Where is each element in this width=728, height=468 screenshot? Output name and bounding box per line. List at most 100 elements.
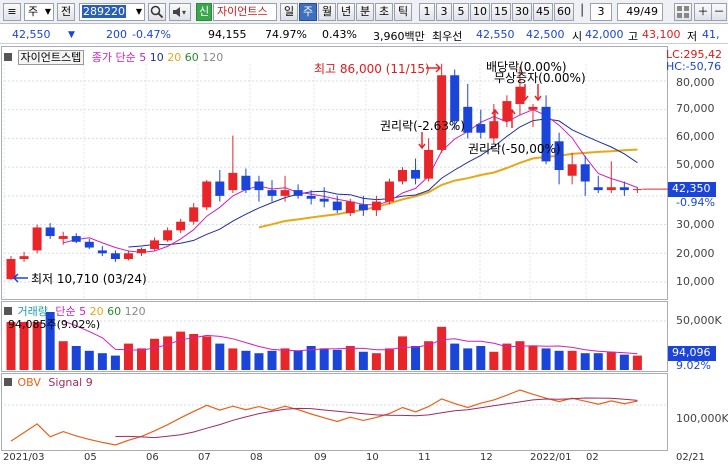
ma-20-legend: 20 — [167, 51, 182, 64]
candle-body — [110, 253, 120, 260]
ma-legend-label: 종가 단순 — [91, 51, 136, 64]
candle-body — [45, 227, 55, 237]
current-pct-label: -0.94% — [676, 196, 715, 209]
obv-y-tick: 100,000K — [676, 412, 728, 425]
candle-body — [632, 189, 642, 191]
obv-label: OBV — [17, 376, 41, 389]
volume-bar — [58, 341, 68, 370]
volume-bar — [241, 350, 251, 370]
candle-body — [515, 86, 525, 104]
volume-bar — [463, 348, 473, 370]
candle-body — [228, 172, 238, 191]
candle-body — [71, 236, 81, 242]
volume-bar — [411, 346, 421, 370]
volume-bar — [515, 341, 525, 370]
candle-body — [384, 181, 394, 202]
volume-bar — [502, 343, 512, 370]
signal-label: Signal 9 — [48, 376, 93, 389]
price-legend: 자이언트스텝 종가 단순 5 10 20 60 120 — [4, 49, 223, 65]
candle-body — [202, 181, 212, 208]
candle-body — [123, 253, 133, 260]
volume-bar — [371, 353, 381, 370]
x-tick: 12 — [480, 452, 493, 463]
x-tick: 10 — [366, 452, 379, 463]
x-tick: 02/21 — [676, 452, 705, 463]
volume-bar — [554, 350, 564, 370]
vol-ma-60: 60 — [107, 305, 122, 318]
volume-bar — [489, 351, 499, 370]
candle-body — [19, 256, 29, 260]
candle-body — [450, 75, 460, 122]
volume-bar — [528, 346, 538, 370]
candle-body — [398, 170, 407, 182]
candle-body — [280, 190, 290, 196]
hc-label: HC:-50,76 — [666, 60, 722, 73]
volume-bar — [384, 348, 394, 370]
volume-bar — [123, 343, 133, 370]
panel-menu-icon[interactable] — [4, 53, 12, 61]
event-arrow-icon — [418, 132, 426, 150]
ma5-line — [63, 109, 638, 253]
obv-line — [10, 389, 638, 446]
candle-body — [241, 175, 251, 191]
candle-body — [6, 259, 16, 280]
x-tick: 2022/01 — [530, 452, 572, 463]
candle-body — [606, 187, 616, 191]
candle-body — [306, 195, 316, 199]
y-tick: 50,000 — [676, 158, 715, 171]
candle-body — [476, 124, 486, 133]
candle-body — [567, 164, 577, 176]
volume-bar — [293, 350, 303, 370]
volume-bar — [450, 343, 460, 370]
candle-body — [293, 190, 303, 196]
ma-60-legend: 60 — [184, 51, 199, 64]
y-tick: 30,000 — [676, 218, 715, 231]
ma20-line — [258, 148, 638, 229]
candle-body — [58, 236, 68, 239]
ma-5-legend: 5 — [139, 51, 147, 64]
x-tick: 05 — [84, 452, 97, 463]
candle-body — [176, 221, 186, 231]
candle-body — [358, 204, 368, 211]
y-tick: 60,000 — [676, 130, 715, 143]
stock-tab[interactable]: 자이언트스텝 — [17, 50, 85, 65]
volume-bar — [150, 338, 160, 370]
candle-body — [97, 250, 107, 254]
volume-bar — [437, 326, 447, 370]
y-tick: 10,000 — [676, 275, 715, 288]
volume-bar — [280, 348, 290, 370]
candle-body — [528, 106, 538, 110]
candle-body — [411, 170, 421, 179]
candle-body — [502, 101, 512, 122]
candle-body — [137, 248, 146, 254]
low-annotation: 최저 10,710 (03/24) — [31, 272, 147, 286]
volume-bar — [215, 343, 225, 370]
y-tick: 70,000 — [676, 102, 715, 115]
candle-body — [150, 240, 160, 249]
candle-body — [215, 181, 225, 196]
candle-body — [424, 149, 434, 179]
ma-120-legend: 120 — [202, 51, 224, 64]
candle-body — [619, 187, 629, 191]
volume-bar — [358, 351, 368, 370]
bonus-annotation: 무상증자(0.00%) — [494, 71, 586, 85]
candle-body — [319, 198, 329, 202]
volume-bar — [137, 348, 146, 370]
candle-body — [332, 201, 342, 211]
volume-bar — [332, 349, 342, 370]
current-volume-pct: 9.02% — [676, 359, 711, 372]
x-tick: 08 — [250, 452, 263, 463]
candle-body — [593, 187, 603, 191]
volume-bar — [476, 346, 486, 370]
volume-bar — [254, 353, 264, 370]
volume-bar — [319, 348, 329, 370]
y-tick: 20,000 — [676, 247, 715, 260]
candle-body — [580, 164, 590, 182]
rights-annotation-1: 권리락(-2.63%) — [380, 119, 465, 133]
panel-menu-icon[interactable] — [4, 307, 12, 315]
volume-bar — [110, 355, 120, 370]
obv-legend: OBV Signal 9 — [4, 376, 93, 389]
ma-10-legend: 10 — [149, 51, 164, 64]
panel-menu-icon[interactable] — [4, 378, 12, 386]
volume-bar — [267, 350, 277, 370]
